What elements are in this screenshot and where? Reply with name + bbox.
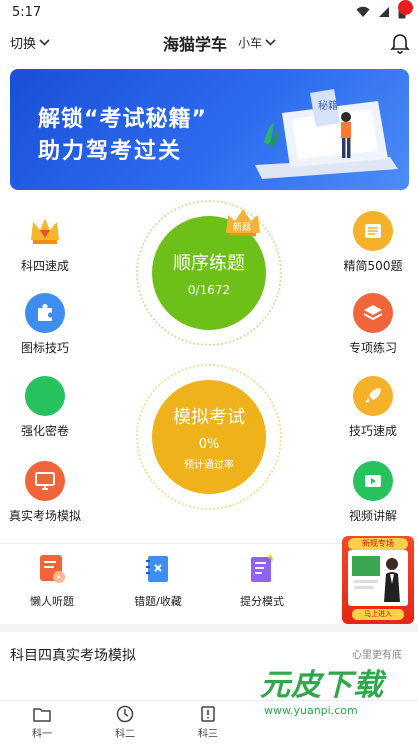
watermark-url: www.yuanpi.com	[264, 704, 358, 717]
tab-ke2[interactable]: 科二	[95, 705, 155, 740]
tool-label: 提分模式	[240, 595, 284, 608]
layers-icon	[353, 293, 393, 333]
promo-screen	[348, 550, 408, 606]
exam-button[interactable]: 模拟考试 0% 预计通过率	[152, 380, 266, 494]
feature-label: 真实考场模拟	[8, 509, 81, 523]
tool-lanren[interactable]: 懒人听题	[12, 553, 92, 609]
bell-icon[interactable]	[388, 30, 412, 54]
status-time: 5:17	[12, 4, 42, 20]
feature-label: 专项练习	[348, 341, 397, 355]
feature-label: 强化密卷	[20, 424, 69, 438]
new-rules-promo[interactable]: 新规专场 马上进入	[342, 536, 414, 624]
status-bar: 5:17	[0, 0, 418, 24]
feature-shipin[interactable]: 视频讲解	[328, 461, 418, 524]
switch-button[interactable]: 切换	[10, 33, 50, 52]
clock-icon	[116, 705, 134, 723]
crown-icon	[25, 211, 65, 251]
banner-line2: 助力驾考过关	[38, 139, 183, 164]
signal-icon	[379, 7, 389, 17]
wrongbook-icon	[146, 556, 168, 582]
monitor-icon	[25, 461, 65, 501]
tool-label: 懒人听题	[30, 595, 74, 608]
car-type-label: 小车	[238, 36, 263, 50]
chevron-down-icon	[39, 39, 50, 46]
feature-label: 图标技巧	[20, 341, 69, 355]
folder-icon	[33, 708, 51, 722]
car-type-selector[interactable]: 小车	[238, 34, 276, 51]
tab-label: 科一	[32, 729, 52, 740]
feature-keyisucheng[interactable]: 科四速成	[0, 211, 90, 274]
banner-line1: 解锁“考试秘籍”	[38, 107, 207, 132]
list-icon	[353, 211, 393, 251]
rocket-icon	[353, 376, 393, 416]
feature-label: 科四速成	[20, 259, 69, 273]
app-title: 海猫学车	[163, 35, 228, 54]
headphone-doc-icon	[40, 555, 65, 583]
tab-ke3[interactable]: 科三	[178, 705, 238, 740]
video-icon	[353, 461, 393, 501]
feature-label: 技巧速成	[348, 424, 397, 438]
top-nav: 切换 海猫学车 小车	[0, 24, 418, 62]
exam-pass-rate: 0%	[198, 437, 220, 452]
feature-jiqiao[interactable]: 技巧速成	[328, 376, 418, 439]
feature-tubiao[interactable]: 图标技巧	[0, 293, 90, 356]
feature-zhuanxiang[interactable]: 专项练习	[328, 293, 418, 356]
exam-pass-label: 预计通过率	[184, 460, 234, 471]
tab-label: 科三	[198, 729, 218, 740]
wifi-icon	[356, 6, 370, 17]
tool-label: 错题/收藏	[134, 595, 182, 608]
feature-qianghua[interactable]: 强化密卷	[0, 376, 90, 439]
feature-jingjian[interactable]: 精简500题	[328, 211, 418, 274]
laptop-illustration: 秘籍	[255, 89, 398, 179]
tool-tifen[interactable]: 提分模式	[222, 553, 302, 609]
circle-icon	[25, 376, 65, 416]
exam-title: 模拟考试	[173, 407, 245, 428]
promo-banner[interactable]: 解锁“考试秘籍” 助力驾考过关 秘籍	[10, 69, 409, 190]
new-badge-text: 新题	[233, 223, 252, 233]
promo-tag: 新规专场	[348, 538, 408, 550]
tab-label: 科二	[115, 729, 135, 740]
feature-zhenshi[interactable]: 真实考场模拟	[0, 461, 90, 524]
practice-progress: 0/1672	[187, 283, 231, 297]
promo-enter-button[interactable]: 马上进入	[352, 609, 404, 620]
watermark-main: 元皮下载	[260, 668, 384, 703]
new-badge: 新题	[224, 207, 262, 237]
section-gap	[0, 624, 418, 632]
puzzle-icon	[25, 293, 65, 333]
section-title: 科目四真实考场模拟	[10, 648, 136, 664]
chevron-down-icon	[265, 39, 276, 46]
practice-title: 顺序练题	[173, 253, 245, 274]
tab-ke1[interactable]: 科一	[12, 705, 72, 740]
tool-cuoti[interactable]: 错题/收藏	[118, 553, 198, 609]
warning-icon	[201, 706, 215, 722]
feature-label: 精简500题	[343, 259, 403, 273]
notification-dot	[398, 0, 413, 15]
feature-label: 视频讲解	[348, 509, 397, 523]
book-text: 秘籍	[318, 99, 338, 112]
score-up-icon	[251, 555, 273, 582]
switch-label: 切换	[10, 37, 37, 52]
